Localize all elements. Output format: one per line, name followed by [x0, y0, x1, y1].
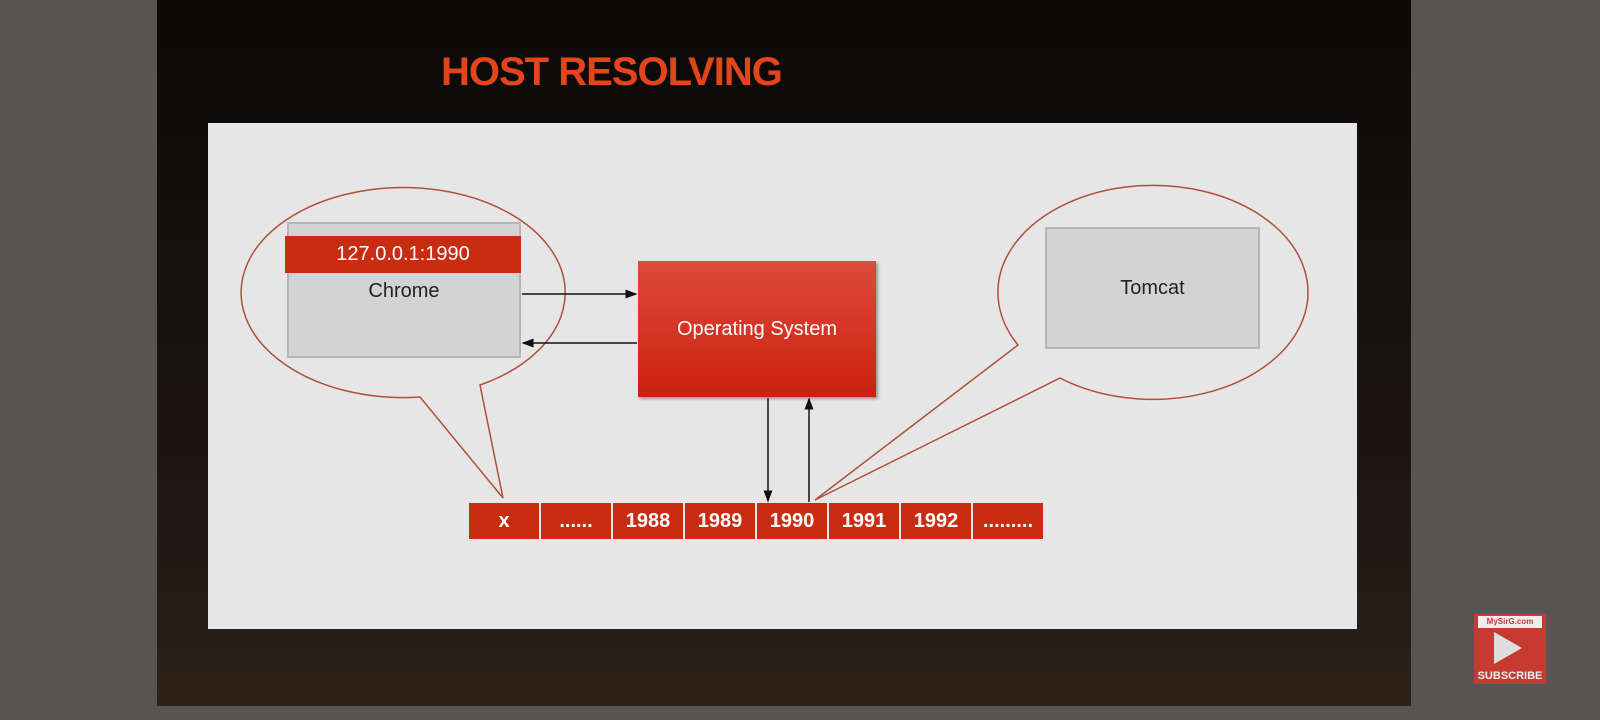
- port-cell: 1992: [901, 503, 971, 539]
- port-cell: 1991: [829, 503, 899, 539]
- channel-logo: MySirG.com: [1478, 616, 1542, 628]
- play-icon: [1494, 632, 1522, 664]
- subscribe-button[interactable]: MySirG.com SUBSCRIBE: [1474, 614, 1546, 684]
- address-bar: 127.0.0.1:1990: [285, 236, 521, 273]
- port-cell: 1988: [613, 503, 683, 539]
- port-cell: 1990: [757, 503, 827, 539]
- tomcat-box: Tomcat: [1045, 227, 1260, 349]
- chrome-label: Chrome: [368, 280, 440, 302]
- port-cell: x: [469, 503, 539, 539]
- operating-system-box: Operating System: [638, 261, 876, 397]
- subscribe-label: SUBSCRIBE: [1477, 670, 1543, 682]
- port-cell: ......: [541, 503, 611, 539]
- port-cell: 1989: [685, 503, 755, 539]
- port-cell: .........: [973, 503, 1043, 539]
- port-strip: x...... 1988 1989 1990 1991 1992.........: [469, 503, 1043, 539]
